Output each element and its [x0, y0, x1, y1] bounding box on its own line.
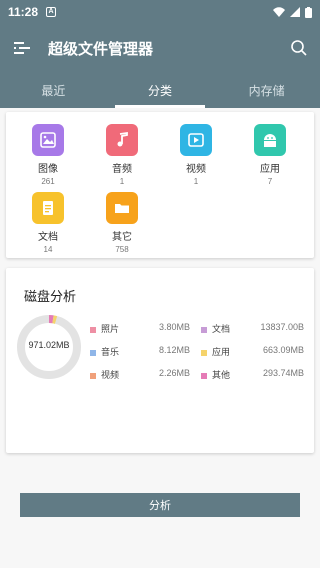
category-images[interactable]: 图像 261 [13, 124, 83, 186]
category-other[interactable]: 其它 758 [87, 192, 157, 254]
music-note-icon [106, 124, 138, 156]
tab-categories[interactable]: 分类 [107, 72, 214, 108]
legend-swatch [201, 326, 207, 333]
status-time: 11:28 [8, 5, 39, 19]
app-bar: 超级文件管理器 [0, 24, 320, 72]
category-label: 视频 [186, 164, 206, 175]
folder-icon [106, 192, 138, 224]
status-left: 11:28 A [8, 5, 57, 19]
notification-icon: A [46, 7, 57, 17]
category-documents[interactable]: 文档 14 [13, 192, 83, 254]
signal-icon [290, 7, 300, 17]
analyze-button[interactable]: 分析 [20, 493, 300, 517]
category-count: 14 [43, 245, 53, 254]
legend-value: 2.26MB [158, 368, 190, 378]
category-label: 应用 [260, 164, 280, 175]
category-count: 261 [41, 177, 55, 186]
android-icon [254, 124, 286, 156]
category-card: 图像 261 音频 1 视频 1 应用 7 文档 14 其它 758 [6, 112, 314, 258]
legend-swatch [201, 372, 207, 379]
legend-label: 其他 [212, 370, 231, 380]
status-right [273, 6, 312, 18]
category-label: 图像 [38, 164, 58, 175]
document-icon [32, 192, 64, 224]
status-bar: 11:28 A [0, 0, 320, 24]
content-area: 图像 261 音频 1 视频 1 应用 7 文档 14 其它 758 磁盘分析 … [0, 108, 320, 568]
category-apps[interactable]: 应用 7 [235, 124, 305, 186]
legend-label: 应用 [212, 347, 231, 357]
legend-swatch [201, 349, 207, 356]
battery-icon [305, 6, 312, 18]
category-count: 7 [267, 177, 273, 186]
category-label: 音频 [112, 164, 132, 175]
category-audio[interactable]: 音频 1 [87, 124, 157, 186]
legend-swatch [90, 349, 96, 356]
tab-bar: 最近 分类 内存储 [0, 72, 320, 108]
tab-internal-storage[interactable]: 内存储 [213, 72, 320, 108]
legend-swatch [90, 372, 96, 379]
menu-icon[interactable] [12, 38, 32, 58]
category-label: 其它 [112, 232, 132, 243]
legend-value: 293.74MB [262, 368, 304, 378]
app-title: 超级文件管理器 [48, 40, 154, 58]
legend-value: 663.09MB [262, 345, 304, 355]
legend-music: 音乐 [90, 345, 119, 358]
legend-label: 视频 [101, 370, 120, 380]
legend-video: 视频 [90, 368, 119, 381]
disk-analysis-card: 磁盘分析 971.02MB 照片 3.80MB 音乐 8.12MB 视频 2.2… [6, 268, 314, 517]
search-icon[interactable] [290, 39, 308, 57]
image-icon [32, 124, 64, 156]
category-count: 1 [119, 177, 125, 186]
legend-swatch [90, 326, 96, 333]
legend-label: 音乐 [101, 347, 120, 357]
category-count: 758 [115, 245, 129, 254]
category-count: 1 [193, 177, 199, 186]
disk-total: 971.02MB [28, 340, 70, 350]
legend-value: 13837.00B [260, 322, 304, 332]
legend-value: 3.80MB [158, 322, 190, 332]
legend-other: 其他 [201, 368, 230, 381]
legend-value: 8.12MB [158, 345, 190, 355]
category-video[interactable]: 视频 1 [161, 124, 231, 186]
category-label: 文档 [38, 232, 58, 243]
legend-documents: 文档 [201, 322, 230, 335]
legend-photos: 照片 [90, 322, 119, 335]
video-icon [180, 124, 212, 156]
legend-apps: 应用 [201, 345, 230, 358]
disk-title: 磁盘分析 [24, 289, 77, 304]
legend-label: 照片 [101, 324, 120, 334]
legend-label: 文档 [212, 324, 231, 334]
wifi-icon [273, 7, 285, 17]
tab-recent[interactable]: 最近 [0, 72, 107, 108]
